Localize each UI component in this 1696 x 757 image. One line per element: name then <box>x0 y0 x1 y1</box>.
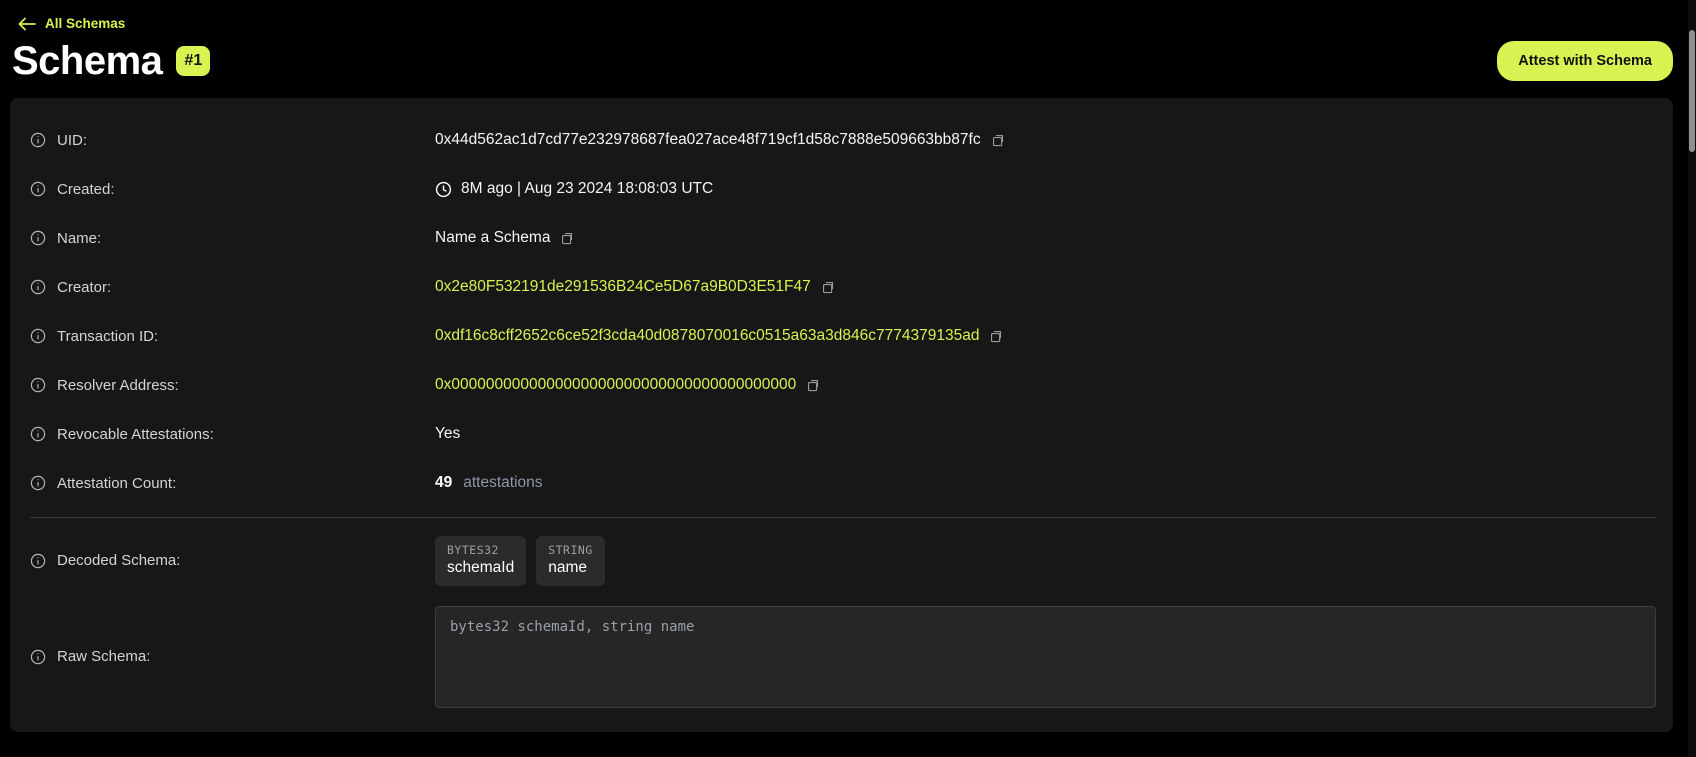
copy-icon <box>820 280 835 295</box>
scrollbar-thumb[interactable] <box>1689 30 1695 152</box>
raw-schema-label: Raw Schema: <box>57 648 150 665</box>
resolver-address-row: Resolver Address: 0x00000000000000000000… <box>30 361 1656 410</box>
copy-name-button[interactable] <box>559 231 574 246</box>
back-link-label: All Schemas <box>45 16 125 31</box>
raw-schema-textarea[interactable]: bytes32 schemaId, string name <box>435 606 1656 708</box>
creator-value-col: 0x2e80F532191de291536B24Ce5D67a9B0D3E51F… <box>435 278 835 296</box>
field-type: BYTES32 <box>447 543 514 557</box>
name-value: Name a Schema <box>435 229 550 247</box>
created-value-col: 8M ago | Aug 23 2024 18:08:03 UTC <box>435 180 713 198</box>
resolver-address-label: Resolver Address: <box>57 377 179 394</box>
back-to-all-schemas-link[interactable]: All Schemas <box>18 16 125 31</box>
decoded-schema-row: Decoded Schema: BYTES32 schemaId STRING … <box>30 528 1656 594</box>
page-title: Schema <box>12 38 162 84</box>
resolver-address-link[interactable]: 0x00000000000000000000000000000000000000… <box>435 376 796 394</box>
created-row: Created: 8M ago | Aug 23 2024 18:08:03 U… <box>30 165 1656 214</box>
decoded-schema-label-col: Decoded Schema: <box>30 552 435 569</box>
created-label-col: Created: <box>30 181 435 198</box>
uid-label: UID: <box>57 132 87 149</box>
back-row: All Schemas <box>0 0 1696 36</box>
transaction-id-value-col: 0xdf16c8cff2652c6ce52f3cda40d0878070016c… <box>435 327 1003 345</box>
back-arrow-icon <box>18 17 36 31</box>
uid-value: 0x44d562ac1d7cd77e232978687fea027ace48f7… <box>435 131 981 149</box>
copy-icon <box>990 133 1005 148</box>
resolver-address-label-col: Resolver Address: <box>30 377 435 394</box>
raw-schema-label-col: Raw Schema: <box>30 648 435 665</box>
attestations-link[interactable]: attestations <box>463 474 542 492</box>
creator-row: Creator: 0x2e80F532191de291536B24Ce5D67a… <box>30 263 1656 312</box>
info-icon[interactable] <box>30 426 46 442</box>
info-icon[interactable] <box>30 377 46 393</box>
schema-number-badge: #1 <box>176 46 210 76</box>
name-label: Name: <box>57 230 101 247</box>
name-value-col: Name a Schema <box>435 229 574 247</box>
copy-creator-button[interactable] <box>820 280 835 295</box>
copy-uid-button[interactable] <box>990 133 1005 148</box>
info-icon[interactable] <box>30 132 46 148</box>
name-label-col: Name: <box>30 230 435 247</box>
schema-field-chip: STRING name <box>536 536 605 586</box>
section-divider <box>30 517 1656 518</box>
attestation-count-row: Attestation Count: 49 attestations <box>30 459 1656 508</box>
revocable-attestations-value: Yes <box>435 425 460 443</box>
creator-label-col: Creator: <box>30 279 435 296</box>
copy-transaction-id-button[interactable] <box>988 329 1003 344</box>
transaction-id-label: Transaction ID: <box>57 328 158 345</box>
schema-field-chips: BYTES32 schemaId STRING name <box>435 536 605 586</box>
field-type: STRING <box>548 543 593 557</box>
attest-with-schema-button[interactable]: Attest with Schema <box>1497 41 1673 81</box>
uid-label-col: UID: <box>30 132 435 149</box>
info-icon[interactable] <box>30 230 46 246</box>
creator-address-link[interactable]: 0x2e80F532191de291536B24Ce5D67a9B0D3E51F… <box>435 278 811 296</box>
revocable-attestations-row: Revocable Attestations: Yes <box>30 410 1656 459</box>
resolver-address-value-col: 0x00000000000000000000000000000000000000… <box>435 376 820 394</box>
copy-icon <box>988 329 1003 344</box>
name-row: Name: Name a Schema <box>30 214 1656 263</box>
created-label: Created: <box>57 181 115 198</box>
info-icon[interactable] <box>30 181 46 197</box>
info-icon[interactable] <box>30 475 46 491</box>
raw-schema-row: Raw Schema: bytes32 schemaId, string nam… <box>30 606 1656 708</box>
revocable-attestations-label-col: Revocable Attestations: <box>30 426 435 443</box>
clock-icon <box>435 181 452 198</box>
revocable-attestations-value-col: Yes <box>435 425 460 443</box>
attestation-count-value: 49 <box>435 474 452 492</box>
attestation-count-value-col: 49 attestations <box>435 474 543 492</box>
copy-resolver-address-button[interactable] <box>805 378 820 393</box>
attestation-count-label-col: Attestation Count: <box>30 475 435 492</box>
field-name: name <box>548 559 593 577</box>
copy-icon <box>805 378 820 393</box>
copy-icon <box>559 231 574 246</box>
revocable-attestations-label: Revocable Attestations: <box>57 426 214 443</box>
scrollbar-track[interactable] <box>1688 0 1696 757</box>
info-icon[interactable] <box>30 328 46 344</box>
uid-row: UID: 0x44d562ac1d7cd77e232978687fea027ac… <box>30 116 1656 165</box>
info-icon[interactable] <box>30 649 46 665</box>
creator-label: Creator: <box>57 279 111 296</box>
field-name: schemaId <box>447 559 514 577</box>
schema-field-chip: BYTES32 schemaId <box>435 536 526 586</box>
transaction-id-label-col: Transaction ID: <box>30 328 435 345</box>
info-icon[interactable] <box>30 553 46 569</box>
info-icon[interactable] <box>30 279 46 295</box>
title-row: Schema #1 Attest with Schema <box>0 36 1696 84</box>
uid-value-col: 0x44d562ac1d7cd77e232978687fea027ace48f7… <box>435 131 1005 149</box>
attestation-count-label: Attestation Count: <box>57 475 176 492</box>
schema-details-card: UID: 0x44d562ac1d7cd77e232978687fea027ac… <box>10 98 1673 732</box>
transaction-id-link[interactable]: 0xdf16c8cff2652c6ce52f3cda40d0878070016c… <box>435 327 979 345</box>
transaction-id-row: Transaction ID: 0xdf16c8cff2652c6ce52f3c… <box>30 312 1656 361</box>
decoded-schema-label: Decoded Schema: <box>57 552 180 569</box>
created-value: 8M ago | Aug 23 2024 18:08:03 UTC <box>461 180 713 198</box>
